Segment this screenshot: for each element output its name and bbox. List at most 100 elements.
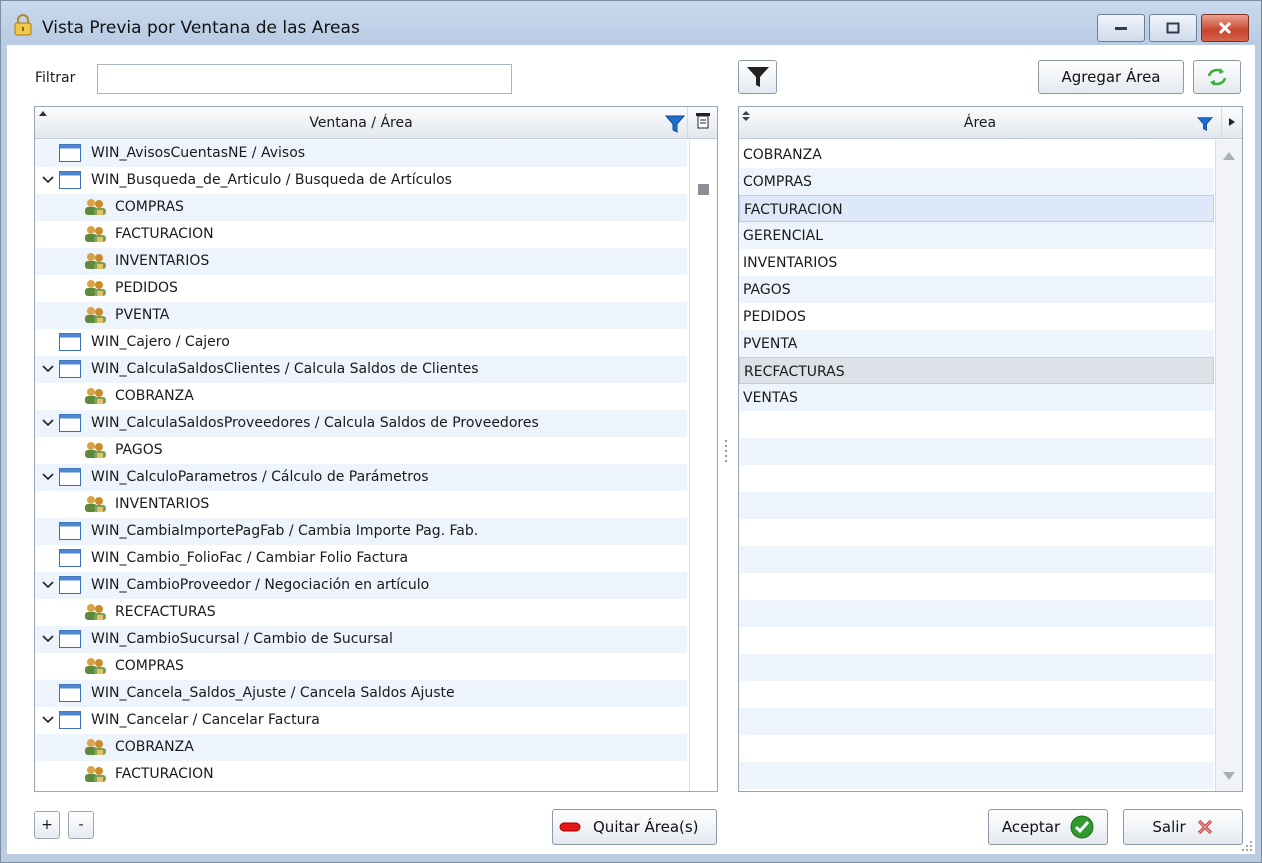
- window-icon: [59, 171, 81, 193]
- area-row[interactable]: PAGOS: [739, 276, 1214, 303]
- tree-area-row[interactable]: COBRANZA: [35, 734, 687, 761]
- expand-chevron-icon[interactable]: [41, 173, 55, 187]
- tree-window-row[interactable]: WIN_CambiaImportePagFab / Cambia Importe…: [35, 518, 687, 545]
- add-area-button[interactable]: Agregar Área: [1038, 60, 1184, 94]
- tree-window-row[interactable]: WIN_AvisosCuentasNE / Avisos: [35, 140, 687, 167]
- tree-area-row[interactable]: PAGOS: [35, 437, 687, 464]
- exit-button[interactable]: Salir: [1123, 809, 1243, 845]
- filter-toggle-button[interactable]: [738, 60, 777, 94]
- green-check-icon: [1070, 815, 1094, 839]
- area-row-label: COMPRAS: [743, 174, 812, 190]
- tree-scrollbar[interactable]: [689, 140, 717, 791]
- area-row[interactable]: VENTAS: [739, 384, 1214, 411]
- window-icon: [59, 522, 81, 544]
- users-group-icon: [83, 441, 107, 463]
- refresh-button[interactable]: [1193, 60, 1241, 94]
- resize-grip-icon[interactable]: [1241, 840, 1253, 852]
- scroll-up-icon[interactable]: [1223, 152, 1235, 160]
- expand-chevron-icon[interactable]: [41, 362, 55, 376]
- area-row[interactable]: PEDIDOS: [739, 303, 1214, 330]
- column-header-ventana-area[interactable]: Ventana / Área: [35, 107, 687, 139]
- tree-window-row[interactable]: WIN_Cajero / Cajero: [35, 329, 687, 356]
- window-icon: [59, 360, 81, 382]
- tree-area-row[interactable]: INVENTARIOS: [35, 491, 687, 518]
- tree-window-row[interactable]: WIN_CalculaSaldosProveedores / Calcula S…: [35, 410, 687, 437]
- expand-chevron-icon[interactable]: [41, 416, 55, 430]
- splitter-grip-icon[interactable]: [724, 439, 728, 463]
- expand-chevron-icon[interactable]: [41, 470, 55, 484]
- column-chooser-button[interactable]: [687, 107, 717, 139]
- tree-area-row[interactable]: RECFACTURAS: [35, 599, 687, 626]
- expand-all-button[interactable]: +: [34, 811, 60, 839]
- collapse-all-label: -: [78, 817, 84, 833]
- area-row[interactable]: RECFACTURAS: [739, 357, 1214, 384]
- close-icon: [1218, 21, 1232, 35]
- window-icon: [59, 549, 81, 571]
- window-icon: [59, 576, 81, 598]
- area-row[interactable]: COBRANZA: [739, 141, 1214, 168]
- tree-area-row[interactable]: INVENTARIOS: [35, 248, 687, 275]
- maximize-button[interactable]: [1149, 14, 1197, 42]
- tree-window-row[interactable]: WIN_Cancela_Saldos_Ajuste / Cancela Sald…: [35, 680, 687, 707]
- area-scrollbar[interactable]: [1215, 140, 1242, 791]
- remove-area-button[interactable]: Quitar Área(s): [552, 809, 717, 845]
- tree-area-row[interactable]: FACTURACION: [35, 761, 687, 788]
- users-group-icon: [83, 603, 107, 625]
- tree-window-row[interactable]: WIN_CambioProveedor / Negociación en art…: [35, 572, 687, 599]
- window-title: Vista Previa por Ventana de las Areas: [42, 18, 360, 38]
- window-icon: [59, 144, 81, 166]
- empty-row: [739, 654, 1214, 681]
- tree-area-row[interactable]: PVENTA: [35, 302, 687, 329]
- tree-row-label: WIN_Cajero / Cajero: [91, 334, 230, 350]
- column-filter-icon[interactable]: [1197, 116, 1213, 132]
- area-row[interactable]: GERENCIAL: [739, 222, 1214, 249]
- area-row[interactable]: PVENTA: [739, 330, 1214, 357]
- expand-chevron-icon[interactable]: [41, 713, 55, 727]
- column-header-area[interactable]: Área: [739, 107, 1221, 139]
- area-row[interactable]: INVENTARIOS: [739, 249, 1214, 276]
- users-group-icon: [83, 657, 107, 679]
- window-icon: [59, 684, 81, 706]
- tree-window-row[interactable]: WIN_CalculoParametros / Cálculo de Parám…: [35, 464, 687, 491]
- tree-window-row[interactable]: WIN_Cancelar / Cancelar Factura: [35, 707, 687, 734]
- tree-area-row[interactable]: COBRANZA: [35, 383, 687, 410]
- users-group-icon: [83, 495, 107, 517]
- accept-button[interactable]: Aceptar: [988, 809, 1108, 845]
- tree-scrollbar-thumb[interactable]: [698, 184, 709, 195]
- sort-ascending-icon: [39, 111, 47, 116]
- column-filter-icon[interactable]: [665, 114, 685, 134]
- window-icon: [59, 414, 81, 436]
- tree-window-row[interactable]: WIN_CambioSucursal / Cambio de Sucursal: [35, 626, 687, 653]
- exit-label: Salir: [1152, 818, 1186, 836]
- tree-area-row[interactable]: PEDIDOS: [35, 275, 687, 302]
- empty-row: [739, 600, 1214, 627]
- filter-input[interactable]: [97, 64, 512, 94]
- empty-row: [739, 438, 1214, 465]
- scroll-down-icon[interactable]: [1223, 772, 1235, 780]
- tree-row-label: PEDIDOS: [115, 280, 178, 296]
- window-icon: [59, 630, 81, 652]
- area-row[interactable]: COMPRAS: [739, 168, 1214, 195]
- area-row[interactable]: FACTURACION: [739, 195, 1214, 222]
- tree-area-row[interactable]: COMPRAS: [35, 194, 687, 221]
- tree-row-label: COBRANZA: [115, 739, 194, 755]
- scroll-right-button[interactable]: [1221, 107, 1242, 139]
- users-group-icon: [83, 738, 107, 760]
- expand-chevron-icon[interactable]: [41, 578, 55, 592]
- empty-row: [739, 546, 1214, 573]
- tree-window-row[interactable]: WIN_Cambio_FolioFac / Cambiar Folio Fact…: [35, 545, 687, 572]
- remove-area-label: Quitar Área(s): [593, 818, 699, 836]
- tree-area-row[interactable]: COMPRAS: [35, 653, 687, 680]
- minimize-button[interactable]: [1097, 14, 1145, 42]
- close-button[interactable]: [1201, 14, 1249, 42]
- lock-icon: [14, 14, 32, 36]
- tree-area-row[interactable]: FACTURACION: [35, 221, 687, 248]
- expand-chevron-icon[interactable]: [41, 632, 55, 646]
- column-header-label: Ventana / Área: [309, 114, 413, 131]
- tree-window-row[interactable]: WIN_Busqueda_de_Articulo / Busqueda de A…: [35, 167, 687, 194]
- tree-window-row[interactable]: WIN_CalculaSaldosClientes / Calcula Sald…: [35, 356, 687, 383]
- area-row-label: INVENTARIOS: [743, 255, 838, 271]
- tree-row-label: WIN_Cancelar / Cancelar Factura: [91, 712, 320, 728]
- title-bar[interactable]: Vista Previa por Ventana de las Areas: [1, 1, 1261, 45]
- collapse-all-button[interactable]: -: [68, 811, 94, 839]
